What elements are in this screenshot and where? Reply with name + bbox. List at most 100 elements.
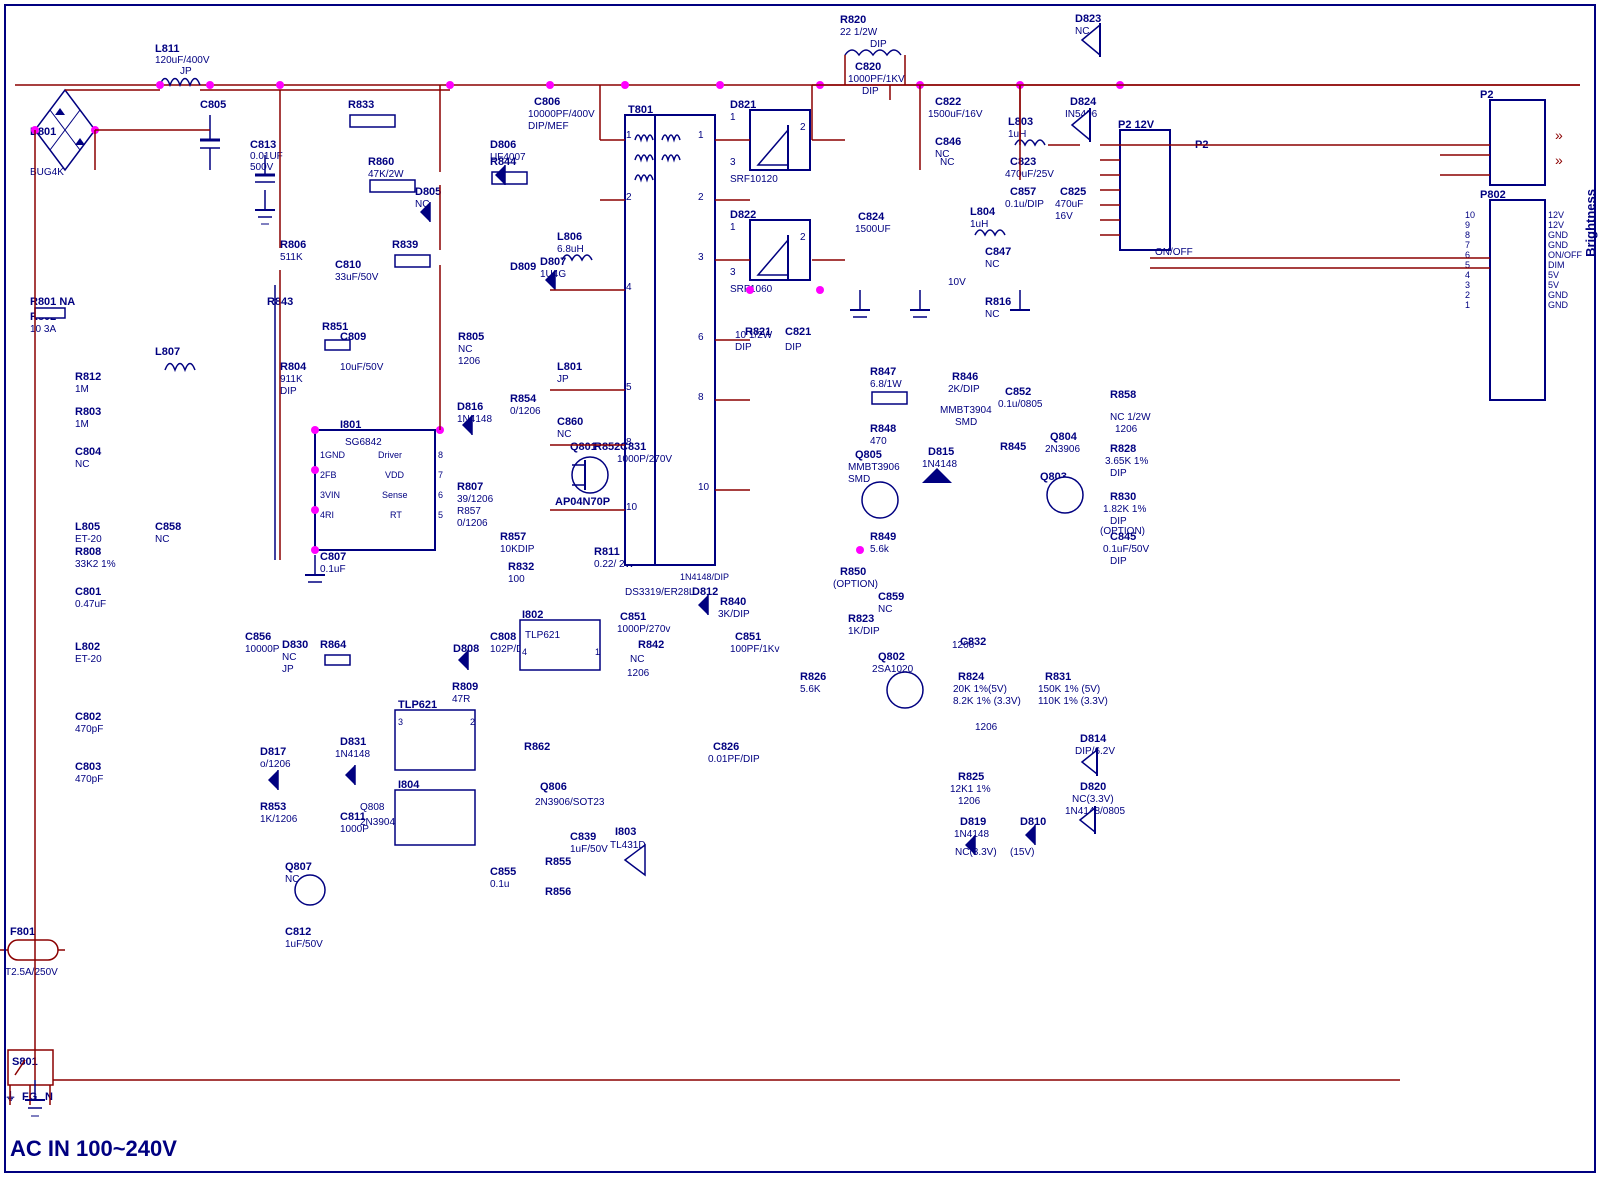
- svg-text:AP04N70P: AP04N70P: [555, 496, 610, 508]
- svg-text:6.8/1W: 6.8/1W: [870, 379, 902, 390]
- svg-text:0.1u/0805: 0.1u/0805: [998, 399, 1043, 410]
- svg-text:DIP: DIP: [735, 342, 752, 353]
- svg-text:5: 5: [626, 382, 632, 393]
- svg-text:R854: R854: [510, 393, 537, 405]
- svg-text:Q802: Q802: [878, 651, 905, 663]
- svg-text:2N3906: 2N3906: [1045, 444, 1080, 455]
- svg-text:9: 9: [1465, 220, 1470, 230]
- svg-text:R808: R808: [75, 546, 101, 558]
- svg-text:16V: 16V: [1055, 211, 1073, 222]
- svg-text:C810: C810: [335, 259, 361, 271]
- svg-text:1uF/50V: 1uF/50V: [285, 939, 323, 950]
- svg-text:1: 1: [626, 130, 632, 141]
- svg-text:2K/DIP: 2K/DIP: [948, 384, 980, 395]
- svg-text:7: 7: [438, 470, 443, 480]
- svg-text:R832: R832: [508, 561, 534, 573]
- svg-text:L802: L802: [75, 641, 100, 653]
- svg-text:511K: 511K: [280, 252, 303, 263]
- svg-text:5.6k: 5.6k: [870, 544, 890, 555]
- svg-text:(OPTION): (OPTION): [1100, 526, 1145, 537]
- svg-text:S801: S801: [12, 1056, 38, 1068]
- svg-text:D816: D816: [457, 401, 483, 413]
- svg-text:C806: C806: [534, 96, 560, 108]
- svg-text:C802: C802: [75, 711, 101, 723]
- svg-text:JP: JP: [180, 66, 192, 77]
- svg-text:1206: 1206: [458, 356, 481, 367]
- svg-text:1206: 1206: [627, 668, 650, 679]
- svg-text:GND: GND: [1548, 290, 1569, 300]
- svg-text:470pF: 470pF: [75, 724, 103, 735]
- svg-text:R855: R855: [545, 856, 571, 868]
- svg-text:47R: 47R: [452, 694, 470, 705]
- svg-text:C847: C847: [985, 246, 1011, 258]
- svg-text:8: 8: [1465, 230, 1470, 240]
- svg-text:C821: C821: [785, 326, 811, 338]
- svg-text:3: 3: [730, 157, 736, 168]
- svg-text:C826: C826: [713, 741, 739, 753]
- svg-text:R833: R833: [348, 99, 374, 111]
- svg-text:D805: D805: [415, 186, 441, 198]
- svg-text:o/1206: o/1206: [260, 759, 291, 770]
- svg-text:C804: C804: [75, 446, 102, 458]
- svg-text:1N4148: 1N4148: [335, 749, 370, 760]
- svg-text:C857: C857: [1010, 186, 1036, 198]
- svg-text:10000PF/400V: 10000PF/400V: [528, 109, 595, 120]
- svg-text:33uF/50V: 33uF/50V: [335, 272, 379, 283]
- svg-text:NC: NC: [985, 259, 999, 270]
- svg-text:8: 8: [438, 450, 443, 460]
- svg-text:Q805: Q805: [855, 449, 882, 461]
- svg-text:8.2K 1% (3.3V): 8.2K 1% (3.3V): [953, 696, 1021, 707]
- svg-text:1: 1: [1465, 300, 1470, 310]
- svg-text:0.01UF: 0.01UF: [250, 151, 283, 162]
- svg-text:C805: C805: [200, 99, 226, 111]
- svg-text:JP: JP: [557, 374, 569, 385]
- svg-text:R857: R857: [457, 506, 481, 517]
- svg-text:1206: 1206: [952, 640, 975, 651]
- svg-text:C813: C813: [250, 139, 276, 151]
- svg-text:Q806: Q806: [540, 781, 567, 793]
- svg-text:»: »: [1555, 127, 1563, 143]
- svg-text:C823: C823: [1010, 156, 1036, 168]
- svg-text:DIP: DIP: [280, 386, 297, 397]
- svg-text:1206: 1206: [975, 722, 998, 733]
- svg-text:10KDIP: 10KDIP: [500, 544, 535, 555]
- svg-text:1K/1206: 1K/1206: [260, 814, 298, 825]
- svg-text:Sense: Sense: [382, 490, 408, 500]
- svg-text:0.1u: 0.1u: [490, 879, 509, 890]
- svg-text:Q807: Q807: [285, 861, 312, 873]
- svg-text:22 1/2W: 22 1/2W: [840, 27, 878, 38]
- svg-text:1206: 1206: [958, 796, 981, 807]
- svg-text:R860: R860: [368, 156, 394, 168]
- svg-text:L804: L804: [970, 206, 996, 218]
- svg-text:1000P/270V: 1000P/270V: [617, 454, 672, 465]
- svg-text:L805: L805: [75, 521, 100, 533]
- svg-text:D817: D817: [260, 746, 286, 758]
- svg-text:F801: F801: [10, 926, 35, 938]
- svg-text:NC: NC: [630, 654, 644, 665]
- svg-text:NC: NC: [75, 459, 89, 470]
- svg-text:»: »: [1555, 152, 1563, 168]
- svg-text:DIP/MEF: DIP/MEF: [528, 121, 569, 132]
- svg-text:R809: R809: [452, 681, 478, 693]
- svg-text:1000PF/1KV: 1000PF/1KV: [848, 74, 905, 85]
- svg-text:120uF/400V: 120uF/400V: [155, 55, 210, 66]
- svg-text:L801: L801: [557, 361, 582, 373]
- svg-text:470uF/25V: 470uF/25V: [1005, 169, 1054, 180]
- svg-text:2: 2: [698, 192, 704, 203]
- svg-text:470: 470: [870, 436, 887, 447]
- svg-text:R811: R811: [594, 546, 620, 558]
- svg-text:10: 10: [1465, 210, 1475, 220]
- svg-text:R804: R804: [280, 361, 307, 373]
- svg-text:6: 6: [438, 490, 443, 500]
- svg-text:5: 5: [438, 510, 443, 520]
- svg-text:C807: C807: [320, 551, 346, 563]
- svg-text:2: 2: [1465, 290, 1470, 300]
- svg-text:D822: D822: [730, 209, 756, 221]
- svg-text:C860: C860: [557, 416, 583, 428]
- svg-text:1206: 1206: [1115, 424, 1138, 435]
- svg-text:1000P/270v: 1000P/270v: [617, 624, 670, 635]
- svg-text:1N4148: 1N4148: [457, 414, 492, 425]
- svg-text:R806: R806: [280, 239, 306, 251]
- svg-text:500V: 500V: [250, 162, 274, 173]
- svg-text:FB: FB: [325, 470, 337, 480]
